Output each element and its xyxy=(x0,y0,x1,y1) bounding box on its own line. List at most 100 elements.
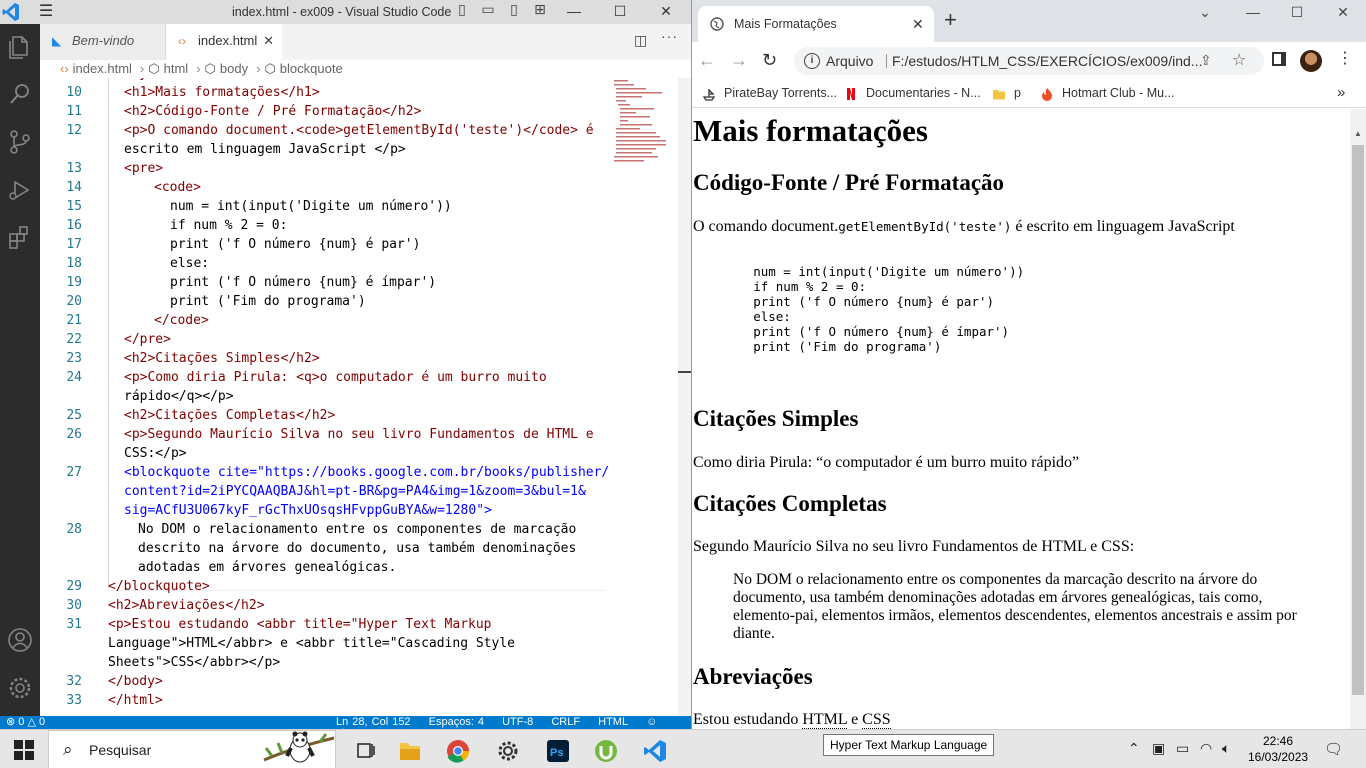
language-mode[interactable]: HTML xyxy=(598,716,628,728)
code-line[interactable]: <p>O comando document.<code>getElementBy… xyxy=(124,123,594,138)
url-text[interactable]: F:/estudos/HTLM_CSS/EXERCÍCIOS/ex009/ind… xyxy=(892,47,1202,75)
abbr-css[interactable]: CSS xyxy=(862,711,891,729)
scrollbar-thumb[interactable] xyxy=(1352,145,1364,695)
problems-indicator[interactable]: ⊗ 0 △ 0 xyxy=(6,716,45,729)
code-line[interactable]: content?id=2iPYCQAAQBAJ&hl=pt-BR&pg=PA4&… xyxy=(124,484,586,499)
run-debug-icon[interactable] xyxy=(4,174,36,206)
split-editor-icon[interactable]: ◫ xyxy=(634,32,647,49)
new-tab-icon[interactable]: + xyxy=(944,8,957,32)
accounts-icon[interactable] xyxy=(4,624,36,656)
chevron-up-icon[interactable]: ⌃ xyxy=(1128,740,1140,757)
chrome-taskbar-icon[interactable] xyxy=(438,735,478,767)
toggle-secondary-sidebar-icon[interactable]: ▯ xyxy=(506,1,522,17)
battery-icon[interactable]: ▭ xyxy=(1176,740,1189,757)
bookmark-hotmart[interactable]: Hotmart Club - Mu... xyxy=(1040,80,1175,106)
taskbar-clock[interactable]: 22:46 16/03/2023 xyxy=(1248,733,1308,765)
close-tab-icon[interactable]: ✕ xyxy=(263,24,274,58)
tab-bem-vindo[interactable]: ◣ Bem-vindo xyxy=(40,24,166,60)
browser-tab[interactable]: Mais Formatações ✕ xyxy=(698,6,934,42)
code-line[interactable]: escrito em linguagem JavaScript </p> xyxy=(124,142,406,157)
bookmark-piratebay[interactable]: PirateBay Torrents... xyxy=(702,80,837,106)
minimize-button[interactable]: — xyxy=(551,0,597,24)
code-editor[interactable]: 9 <body> 10 <h1>Mais formatações</h1> 11 <h2>… xyxy=(40,78,680,716)
code-line[interactable]: No DOM o relacionamento entre os compone… xyxy=(138,522,576,537)
tab-index-html[interactable]: ‹› index.html ✕ xyxy=(166,24,282,60)
minimap[interactable] xyxy=(612,78,678,168)
code-line[interactable]: <h2>Citações Simples</h2> xyxy=(124,351,320,366)
bookmark-documentaries[interactable]: Documentaries - N... xyxy=(844,80,981,106)
close-tab-icon[interactable]: ✕ xyxy=(912,6,924,42)
code-line[interactable]: adotadas em árvores genealógicas. xyxy=(138,560,396,575)
meet-now-icon[interactable]: ▣ xyxy=(1152,740,1165,757)
code-line[interactable]: num = int(input('Digite um número')) xyxy=(170,199,452,214)
abbr-html[interactable]: HTML xyxy=(802,711,848,729)
code-line[interactable]: sig=ACfU3U067kyF_rGcThxUOsqsHFvppGuBYA&w… xyxy=(124,503,492,518)
line-ending[interactable]: CRLF xyxy=(551,716,580,728)
code-line[interactable]: rápido</q></p> xyxy=(124,389,234,404)
forward-arrow-icon[interactable]: → xyxy=(730,50,748,70)
feedback-icon[interactable]: ☺ xyxy=(646,716,657,728)
explorer-icon[interactable] xyxy=(4,30,36,62)
code-line[interactable]: </pre> xyxy=(124,332,171,347)
encoding[interactable]: UTF-8 xyxy=(502,716,533,728)
code-line[interactable]: </blockquote> xyxy=(108,579,210,594)
utorrent-icon[interactable] xyxy=(586,735,626,767)
minimize-button[interactable]: — xyxy=(1230,4,1276,20)
code-line[interactable]: <h2>Citações Completas</h2> xyxy=(124,408,335,423)
notification-center-icon[interactable]: 🗨︎ xyxy=(1324,740,1343,758)
code-line[interactable]: </html> xyxy=(108,693,163,708)
search-icon[interactable] xyxy=(4,78,36,110)
code-line[interactable]: <pre> xyxy=(124,161,163,176)
code-line[interactable]: descrito na árvore do documento, usa tam… xyxy=(138,541,576,556)
code-line[interactable]: print ('Fim do programa') xyxy=(170,294,366,309)
wifi-icon[interactable]: ◠ xyxy=(1200,740,1212,757)
code-line[interactable]: <blockquote cite="https://books.google.c… xyxy=(124,465,609,480)
scroll-up-arrow-icon[interactable]: ▲ xyxy=(1354,129,1362,138)
page-scrollbar[interactable]: ▲ xyxy=(1350,109,1366,729)
code-line[interactable]: <p>Estou estudando <abbr title="Hyper Te… xyxy=(108,617,492,632)
code-line[interactable]: <p>Como diria Pirula: <q>o computador é … xyxy=(124,370,547,385)
bookmark-folder-p[interactable]: p xyxy=(992,80,1021,106)
volume-icon[interactable]: 🔈︎ xyxy=(1222,740,1230,757)
breadcrumb-item[interactable]: blockquote xyxy=(280,61,343,76)
address-bar[interactable]: i Arquivo F:/estudos/HTLM_CSS/EXERCÍCIOS… xyxy=(794,47,1264,75)
bookmark-star-icon[interactable]: ☆ xyxy=(1232,50,1246,70)
code-line[interactable]: </code> xyxy=(154,313,209,328)
photoshop-icon[interactable]: Ps xyxy=(538,735,578,767)
reload-icon[interactable]: ↻ xyxy=(762,50,777,70)
close-button[interactable]: ✕ xyxy=(643,0,689,24)
breadcrumb-item[interactable]: index.html xyxy=(73,61,132,76)
vscode-taskbar-icon[interactable] xyxy=(636,735,676,767)
file-explorer-icon[interactable] xyxy=(390,735,430,767)
code-line[interactable]: Language">HTML</abbr> e <abbr title="Cas… xyxy=(108,636,515,651)
editor-scrollbar[interactable] xyxy=(678,78,691,716)
code-line[interactable]: <code> xyxy=(154,180,201,195)
code-line[interactable]: <body> xyxy=(108,78,155,81)
code-line[interactable]: else: xyxy=(170,256,209,271)
customize-layout-icon[interactable]: ⊞ xyxy=(532,1,548,17)
windows-start-icon[interactable] xyxy=(14,740,34,760)
menu-hamburger-icon[interactable]: ☰ xyxy=(36,3,56,21)
code-line[interactable]: <h2>Abreviações</h2> xyxy=(108,598,265,613)
source-control-icon[interactable] xyxy=(4,126,36,158)
tab-search-chevron-icon[interactable]: ⌄ xyxy=(1182,4,1228,21)
share-icon[interactable]: ⇪ xyxy=(1200,52,1212,69)
maximize-button[interactable]: ☐ xyxy=(597,0,643,24)
indentation[interactable]: Espaços: 4 xyxy=(429,716,484,728)
task-view-icon[interactable] xyxy=(346,735,386,767)
code-line[interactable]: if num % 2 = 0: xyxy=(170,218,287,233)
breadcrumb-item[interactable]: html xyxy=(164,61,189,76)
side-panel-icon[interactable] xyxy=(1272,52,1286,66)
code-line[interactable]: CSS:</p> xyxy=(124,446,187,461)
cursor-position[interactable]: Ln 28, Col 152 xyxy=(336,716,411,728)
settings-gear-icon[interactable] xyxy=(488,735,528,767)
info-icon[interactable]: i xyxy=(804,53,820,69)
kebab-menu-icon[interactable]: ⋮ xyxy=(1337,48,1353,68)
gear-icon[interactable] xyxy=(4,672,36,704)
more-actions-icon[interactable]: ··· xyxy=(661,28,678,44)
code-line[interactable]: print ('f O número {num} é par') xyxy=(170,237,420,252)
code-line[interactable]: Sheets">CSS</abbr></p> xyxy=(108,655,280,670)
code-line[interactable]: <p>Segundo Maurício Silva no seu livro F… xyxy=(124,427,594,442)
more-bookmarks-icon[interactable]: » xyxy=(1337,80,1345,106)
code-line[interactable]: </body> xyxy=(108,674,163,689)
